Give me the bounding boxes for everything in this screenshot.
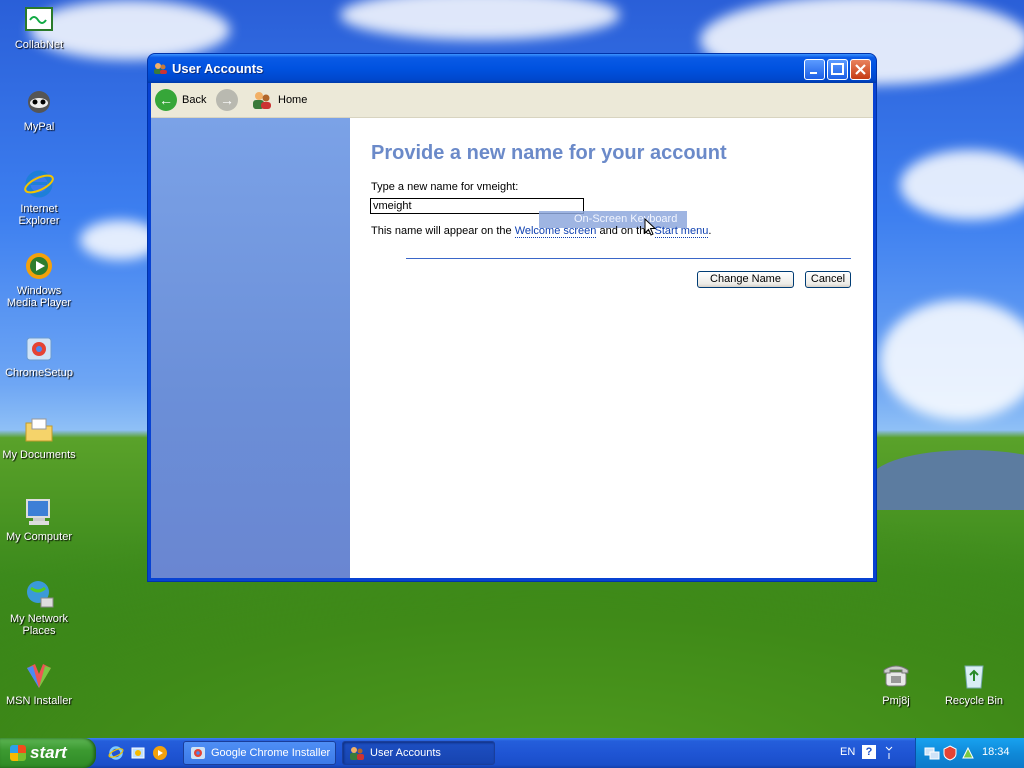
name-field-label: Type a new name for vmeight: [371, 181, 519, 193]
desktop-icon-label: My Documents [2, 449, 76, 461]
minimize-icon [810, 72, 817, 74]
separator-line [406, 258, 851, 259]
start-button[interactable]: start [0, 738, 96, 768]
desktop-icon-recycle-bin[interactable]: Recycle Bin [936, 660, 1012, 707]
back-arrow-icon: ← [155, 89, 177, 111]
desc-prefix: This name will appear on the [371, 225, 515, 237]
input-tools-icon[interactable] [884, 745, 894, 761]
forward-arrow-icon: → [216, 89, 238, 111]
taskbar-item-user-accounts[interactable]: User Accounts [342, 741, 495, 765]
close-button[interactable] [850, 59, 871, 80]
welcome-screen-link[interactable]: Welcome screen [514, 225, 597, 238]
task-label: Google Chrome Installer [211, 747, 331, 759]
desktop-icon-label: ChromeSetup [5, 367, 73, 379]
desktop-icon-label: My Network Places [9, 613, 69, 637]
desktop-icon-label: My Computer [5, 531, 73, 543]
back-label: Back [182, 94, 207, 106]
osk-label: On-Screen Keyboard [574, 213, 678, 225]
collabnet-icon [25, 7, 53, 31]
desktop-icon-msn-installer[interactable]: MSN Installer [1, 660, 77, 707]
taskbar-item-chrome-installer[interactable]: Google Chrome Installer [183, 741, 336, 765]
close-icon [855, 64, 866, 75]
name-description: This name will appear on the Welcome scr… [371, 225, 712, 238]
navigation-toolbar: ← Back → Home [151, 83, 873, 118]
desktop-icon-my-network-places[interactable]: My Network Places [1, 578, 77, 637]
users-home-icon [253, 92, 271, 109]
taskbar: start Google Chrome Installer User Accou… [0, 738, 1024, 768]
user-accounts-icon [154, 63, 167, 74]
desktop-icon-label: Recycle Bin [944, 695, 1004, 707]
cancel-button[interactable]: Cancel [805, 271, 851, 288]
network-status-icon[interactable] [924, 745, 940, 761]
media-player-icon [26, 253, 52, 279]
window-client: ← Back → Home Provide a new name for you… [151, 83, 873, 578]
desktop-icon-pmj8j[interactable]: Pmj8j [858, 660, 934, 707]
desktop-icon-chrome-setup[interactable]: ChromeSetup [1, 332, 77, 379]
main-content: Provide a new name for your account Type… [350, 118, 873, 578]
media-player-icon[interactable] [152, 745, 168, 761]
desktop-icon-label: MSN Installer [5, 695, 73, 707]
msn-icon [27, 664, 51, 688]
home-button[interactable]: Home [251, 89, 307, 111]
system-tray: 18:34 [915, 738, 1024, 768]
desktop-icon-label: Windows Media Player [6, 285, 72, 309]
network-icon [27, 581, 54, 608]
forward-button[interactable]: → [216, 89, 238, 111]
desktop-icon-my-documents[interactable]: My Documents [1, 414, 77, 461]
back-button[interactable]: ← Back [155, 89, 206, 111]
page-title: Provide a new name for your account [371, 142, 727, 164]
user-accounts-window[interactable]: User Accounts ← Back → Home Provide a ne… [148, 54, 876, 581]
start-menu-link[interactable]: Start menu [654, 225, 709, 238]
mypal-icon [28, 91, 50, 113]
desktop-icon-label: Pmj8j [882, 695, 910, 707]
recycle-bin-icon [964, 665, 984, 689]
desktop-icon-collabnet[interactable]: CollabNet [1, 4, 77, 51]
mouse-cursor-icon [644, 218, 656, 236]
safely-remove-icon[interactable] [960, 745, 976, 761]
folder-icon [25, 418, 53, 442]
start-label: start [30, 743, 67, 762]
security-alert-icon[interactable] [942, 745, 958, 761]
desktop-icon-media-player[interactable]: Windows Media Player [1, 250, 77, 309]
windows-flag-icon [10, 745, 26, 761]
desktop-icon-my-computer[interactable]: My Computer [1, 496, 77, 543]
maximize-button[interactable] [827, 59, 848, 80]
user-accounts-icon [350, 747, 364, 760]
desktop-icon-label: CollabNet [14, 39, 64, 51]
show-desktop-icon[interactable] [130, 745, 146, 761]
desktop-icon-mypal[interactable]: MyPal [1, 86, 77, 133]
internet-explorer-icon [24, 170, 54, 198]
language-indicator[interactable]: EN [840, 746, 855, 758]
task-pane [151, 118, 350, 578]
window-title: User Accounts [172, 61, 264, 76]
maximize-icon [831, 63, 844, 75]
task-label: User Accounts [370, 747, 441, 759]
change-name-button[interactable]: Change Name [697, 271, 794, 288]
computer-icon [26, 499, 50, 525]
desc-suffix: . [708, 225, 712, 237]
quick-launch [108, 745, 168, 761]
desktop-icon-label: MyPal [23, 121, 55, 133]
clock[interactable]: 18:34 [982, 746, 1010, 758]
home-label: Home [278, 94, 308, 106]
internet-explorer-icon[interactable] [108, 745, 124, 761]
desktop-icon-internet-explorer[interactable]: Internet Explorer [1, 168, 77, 227]
desktop-icon-label: Internet Explorer [18, 203, 60, 227]
chrome-installer-icon [191, 747, 205, 759]
help-icon[interactable]: ? [862, 745, 876, 759]
chrome-setup-icon [26, 337, 52, 361]
window-titlebar[interactable]: User Accounts [148, 54, 876, 83]
telephone-icon [883, 665, 909, 687]
minimize-button[interactable] [804, 59, 825, 80]
